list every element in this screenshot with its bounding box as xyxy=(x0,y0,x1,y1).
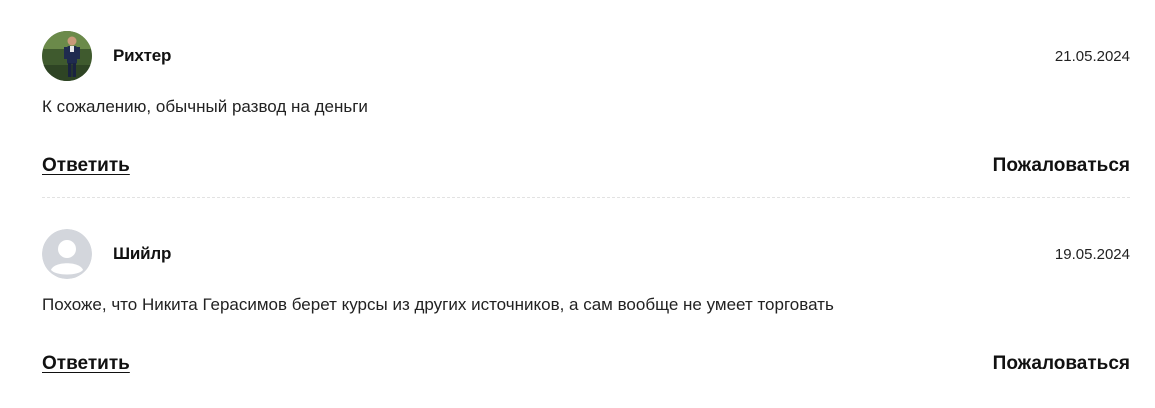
comment-item: Рихтер 21.05.2024 К сожалению, обычный р… xyxy=(42,0,1130,198)
reply-link[interactable]: Ответить xyxy=(42,155,130,177)
avatar xyxy=(42,229,92,279)
report-link[interactable]: Пожаловаться xyxy=(993,155,1130,177)
comment-item: Шийлр 19.05.2024 Похоже, что Никита Гера… xyxy=(42,198,1130,408)
comment-author: Шийлр xyxy=(113,244,172,263)
avatar xyxy=(42,31,92,81)
user-photo-icon xyxy=(42,31,92,81)
reply-link[interactable]: Ответить xyxy=(42,353,130,375)
default-user-icon xyxy=(42,229,92,279)
comment-text: К сожалению, обычный развод на деньги xyxy=(42,97,368,116)
comment-author: Рихтер xyxy=(113,46,172,65)
comment-date: 21.05.2024 xyxy=(1054,48,1130,65)
comments-list: Рихтер 21.05.2024 К сожалению, обычный р… xyxy=(42,0,1130,408)
comment-text: Похоже, что Никита Герасимов берет курсы… xyxy=(42,295,834,314)
comment-date: 19.05.2024 xyxy=(1054,246,1130,263)
report-link[interactable]: Пожаловаться xyxy=(993,353,1130,375)
